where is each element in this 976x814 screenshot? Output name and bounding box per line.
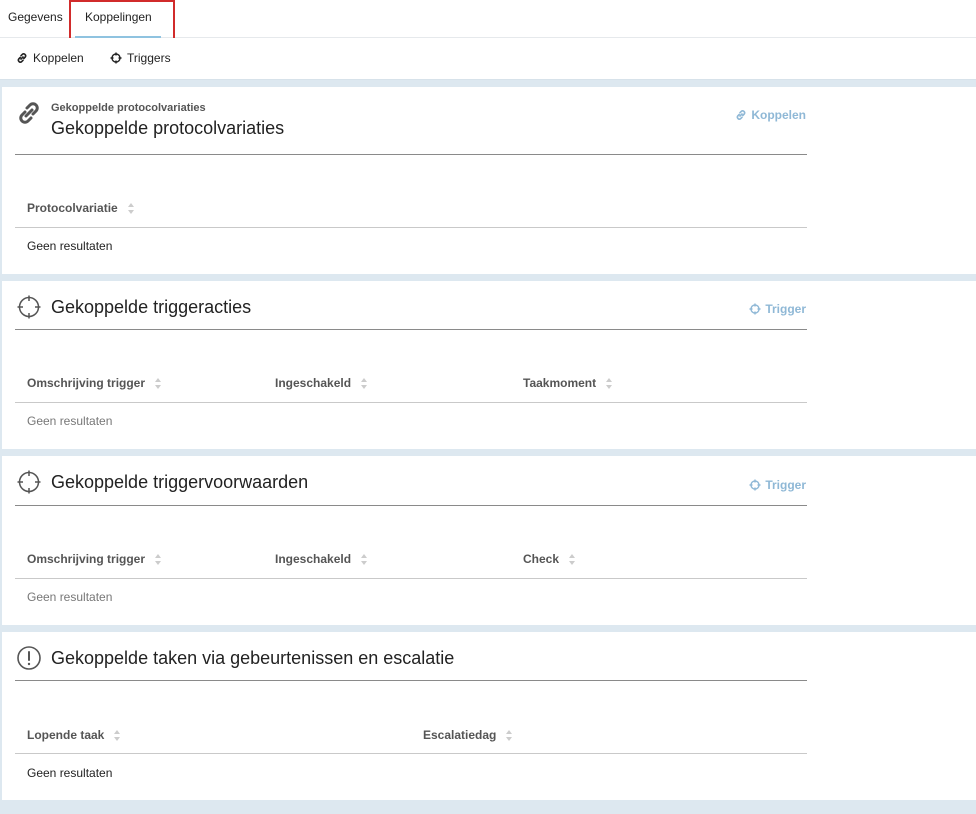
koppelen-link[interactable]: Koppelen <box>735 108 806 122</box>
empty-message: Geen resultaten <box>27 766 113 780</box>
column-header-label: Protocolvariatie <box>27 201 118 215</box>
empty-message: Geen resultaten <box>27 239 113 253</box>
panel-title: Gekoppelde protocolvariaties <box>51 118 285 138</box>
crosshair-icon <box>110 52 122 64</box>
table-header-divider <box>15 753 807 754</box>
empty-message: Geen resultaten <box>27 590 113 604</box>
column-header-omschrijving-trigger[interactable]: Omschrijving trigger <box>27 376 162 390</box>
column-header-label: Omschrijving trigger <box>27 552 146 566</box>
divider <box>15 154 807 155</box>
column-header-taakmoment[interactable]: Taakmoment <box>523 376 613 390</box>
trigger-link-label: Trigger <box>765 478 806 492</box>
panel-title: Gekoppelde triggeracties <box>51 297 252 317</box>
column-header-protocolvariatie[interactable]: Protocolvariatie <box>27 201 135 215</box>
panel-subtitle: Gekoppelde protocolvariaties <box>51 102 206 114</box>
link-icon <box>17 53 27 63</box>
crosshair-icon <box>17 295 41 319</box>
column-header-omschrijving-trigger[interactable]: Omschrijving trigger <box>27 552 162 566</box>
panel-triggeracties: Gekoppelde triggeracties Trigger Omschri… <box>2 281 976 449</box>
trigger-link-label: Trigger <box>765 302 806 316</box>
column-header-label: Ingeschakeld <box>275 552 352 566</box>
sort-icon <box>114 729 121 741</box>
tab-gegevens[interactable]: Gegevens <box>8 0 63 38</box>
column-header-label: Omschrijving trigger <box>27 376 146 390</box>
panel-protocolvariaties: Gekoppelde protocolvariaties Gekoppelde … <box>2 87 976 274</box>
column-header-ingeschakeld[interactable]: Ingeschakeld <box>275 552 368 566</box>
exclamation-circle-icon <box>17 646 41 670</box>
crosshair-icon <box>749 479 761 491</box>
sort-icon <box>606 377 613 389</box>
sort-icon <box>506 729 513 741</box>
column-header-label: Check <box>523 552 560 566</box>
column-header-label: Ingeschakeld <box>275 376 352 390</box>
link-icon <box>19 102 39 124</box>
triggers-label: Triggers <box>127 51 171 65</box>
trigger-link[interactable]: Trigger <box>749 302 806 316</box>
empty-message: Geen resultaten <box>27 414 113 428</box>
column-header-ingeschakeld[interactable]: Ingeschakeld <box>275 376 368 390</box>
divider <box>15 680 807 681</box>
sort-icon <box>361 377 368 389</box>
column-header-label: Taakmoment <box>523 376 597 390</box>
tab-koppelingen-label: Koppelingen <box>85 10 152 24</box>
koppelen-button[interactable]: Koppelen <box>16 50 84 66</box>
koppelen-link-label: Koppelen <box>751 108 806 122</box>
sort-icon <box>155 553 162 565</box>
column-header-check[interactable]: Check <box>523 552 576 566</box>
trigger-link[interactable]: Trigger <box>749 478 806 492</box>
column-header-escalatiedag[interactable]: Escalatiedag <box>423 728 513 742</box>
divider <box>15 505 807 506</box>
panel-title: Gekoppelde triggervoorwaarden <box>51 472 309 492</box>
toolbar: Koppelen Triggers <box>0 38 976 80</box>
table-header-divider <box>15 402 807 403</box>
link-icon <box>736 110 746 120</box>
table-header-divider <box>15 227 807 228</box>
koppelen-label: Koppelen <box>33 51 84 65</box>
table-header-divider <box>15 578 807 579</box>
panel-triggervoorwaarden: Gekoppelde triggervoorwaarden Trigger Om… <box>2 456 976 625</box>
column-header-lopende-taak[interactable]: Lopende taak <box>27 728 121 742</box>
sort-icon <box>361 553 368 565</box>
crosshair-icon <box>17 470 41 494</box>
column-header-label: Escalatiedag <box>423 728 497 742</box>
sort-icon <box>569 553 576 565</box>
column-header-label: Lopende taak <box>27 728 105 742</box>
triggers-button[interactable]: Triggers <box>110 50 171 66</box>
sort-icon <box>155 377 162 389</box>
panel-taken-escalatie: Gekoppelde taken via gebeurtenissen en e… <box>2 632 976 800</box>
crosshair-icon <box>749 303 761 315</box>
sort-icon <box>127 202 135 214</box>
tab-bar: Gegevens Koppelingen <box>0 0 976 46</box>
panel-title: Gekoppelde taken via gebeurtenissen en e… <box>51 648 455 668</box>
divider <box>15 329 807 330</box>
